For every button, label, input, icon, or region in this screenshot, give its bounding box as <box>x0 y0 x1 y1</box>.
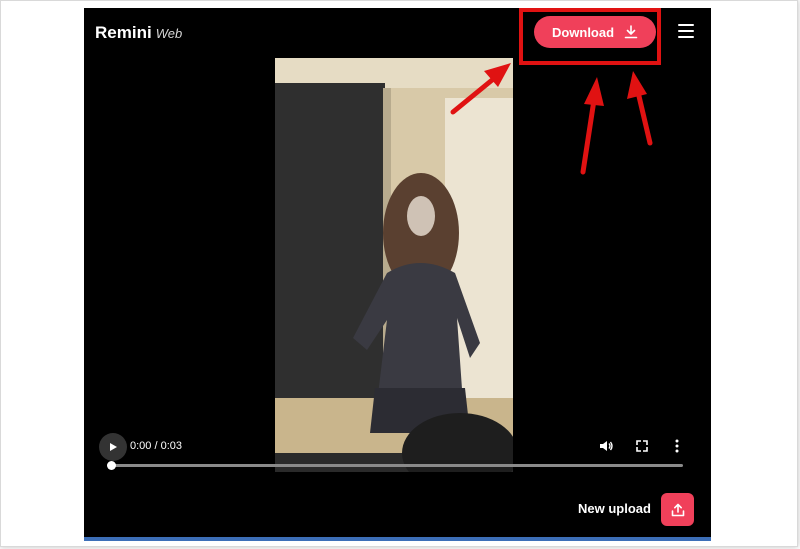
download-button[interactable]: Download <box>534 16 656 48</box>
fullscreen-icon[interactable] <box>633 437 651 455</box>
playback-time: 0:00 / 0:03 <box>130 440 182 452</box>
new-upload-button[interactable] <box>661 493 694 526</box>
new-upload-label[interactable]: New upload <box>578 501 651 516</box>
remini-web-app: Remini Web Download 0:00 / 0:03 New uplo… <box>84 8 711 541</box>
bottom-strip <box>84 537 711 541</box>
play-button[interactable] <box>99 433 127 461</box>
video-frame-image <box>275 58 513 472</box>
download-button-label: Download <box>551 24 615 40</box>
progress-thumb[interactable] <box>107 461 116 470</box>
brand-subtitle: Web <box>155 26 183 41</box>
video-preview[interactable] <box>275 58 513 472</box>
download-icon <box>624 25 638 39</box>
upload-icon <box>671 503 684 516</box>
hamburger-menu-icon[interactable] <box>678 24 694 38</box>
brand-logo[interactable]: Remini Web <box>95 23 182 43</box>
play-icon <box>110 443 117 451</box>
brand-name: Remini <box>95 23 152 42</box>
more-options-icon[interactable] <box>668 437 686 455</box>
progress-bar[interactable] <box>107 461 683 470</box>
volume-icon[interactable] <box>597 437 615 455</box>
video-controls: 0:00 / 0:03 <box>84 433 711 473</box>
